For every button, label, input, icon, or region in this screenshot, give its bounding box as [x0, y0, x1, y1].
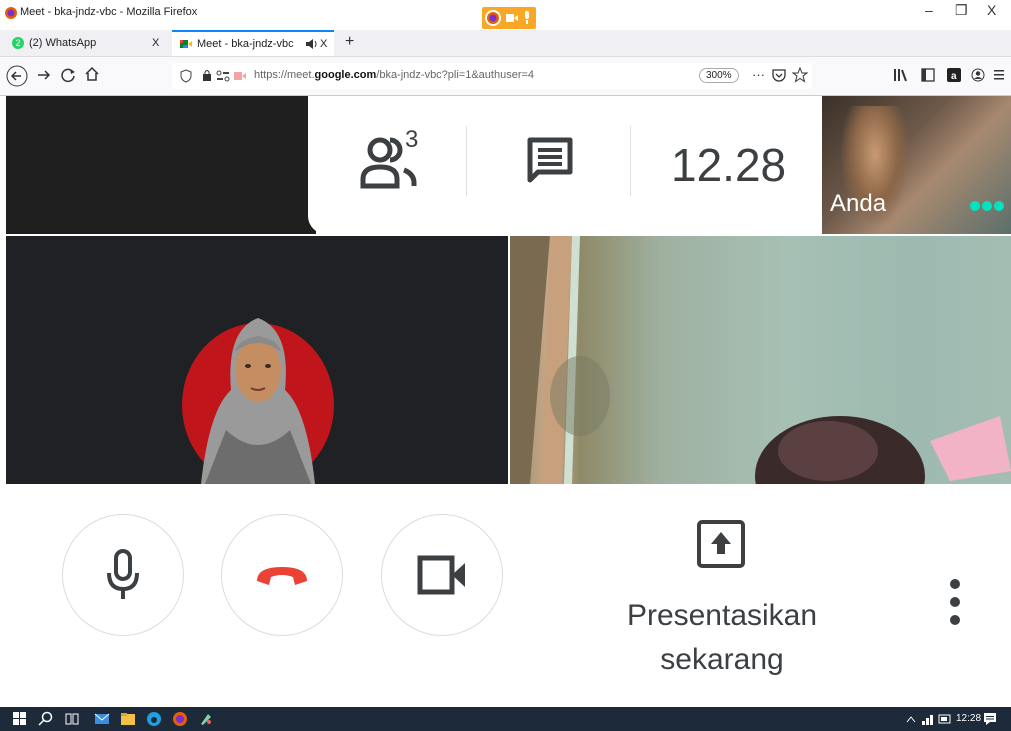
svg-text:a: a: [951, 71, 957, 82]
battery-icon[interactable]: [938, 713, 952, 725]
speaker-icon[interactable]: [306, 39, 318, 49]
sidebar-icon[interactable]: [921, 68, 935, 82]
divider: [630, 126, 631, 196]
taskbar-clock[interactable]: 12:28: [956, 713, 981, 724]
paint-icon[interactable]: [198, 711, 214, 727]
participant-tile: [6, 236, 508, 484]
window-title: Meet - bka-jndz-vbc - Mozilla Firefox: [20, 6, 198, 18]
meet-favicon-icon: [180, 40, 192, 48]
zoom-level[interactable]: 300%: [699, 68, 739, 83]
camera-icon: [417, 555, 465, 595]
firefox-icon: [485, 10, 501, 26]
more-options-icon[interactable]: [947, 576, 963, 628]
meeting-info-bar: 3 12.28: [308, 96, 823, 234]
chevron-up-icon[interactable]: [906, 715, 916, 723]
sharing-indicator[interactable]: [482, 7, 536, 29]
task-view-icon[interactable]: [64, 711, 80, 727]
firefox-icon: [5, 7, 17, 19]
back-icon[interactable]: [6, 65, 28, 87]
account-icon[interactable]: [971, 68, 985, 82]
library-icon[interactable]: [893, 68, 907, 82]
participant-video-tile: [510, 236, 1011, 484]
avatar-photo: [182, 318, 334, 484]
hang-up-button[interactable]: [221, 514, 343, 636]
present-label-line2: sekarang: [660, 643, 784, 676]
participant-video: [510, 236, 1011, 484]
meeting-controls: Presentasikan sekarang: [0, 484, 1011, 676]
restore-button[interactable]: ❐: [955, 2, 968, 19]
people-icon[interactable]: [360, 136, 430, 190]
window-title-bar: Meet - bka-jndz-vbc - Mozilla Firefox – …: [0, 0, 1011, 30]
network-icon[interactable]: [922, 713, 934, 725]
taskbar: 12:28: [0, 707, 1011, 731]
home-icon[interactable]: [84, 66, 100, 82]
participants-count: 3: [405, 126, 419, 153]
present-screen-icon[interactable]: [697, 520, 745, 570]
page-actions-button[interactable]: ···: [752, 67, 765, 82]
bookmark-star-icon[interactable]: [792, 67, 808, 83]
minimize-button[interactable]: –: [925, 2, 933, 18]
camera-button[interactable]: [381, 514, 503, 636]
forward-icon[interactable]: [36, 67, 52, 83]
amazon-extension-icon[interactable]: a: [947, 68, 961, 82]
permissions-icon[interactable]: [216, 70, 230, 82]
tab-bar: 2 (2) WhatsApp X Meet - bka-jndz-vbc X +: [0, 30, 1011, 57]
menu-icon[interactable]: [993, 69, 1005, 81]
hang-up-icon: [257, 567, 307, 585]
reload-icon[interactable]: [60, 67, 76, 83]
pocket-icon[interactable]: [772, 68, 786, 82]
close-tab-button[interactable]: X: [152, 37, 159, 49]
file-explorer-icon[interactable]: [120, 711, 136, 727]
url-text[interactable]: https://meet.google.com/bka-jndz-vbc?pli…: [254, 69, 534, 81]
tab-meet[interactable]: Meet - bka-jndz-vbc X: [172, 30, 334, 56]
divider: [466, 126, 467, 196]
self-label: Anda: [830, 190, 887, 217]
present-label-line1: Presentasikan: [626, 599, 818, 632]
tab-label: Meet - bka-jndz-vbc: [197, 38, 294, 50]
edge-icon[interactable]: [146, 711, 162, 727]
self-view-tile[interactable]: Anda: [822, 96, 1011, 234]
participant-tile: [6, 96, 316, 234]
meeting-clock: 12.28: [671, 139, 787, 191]
address-bar[interactable]: https://meet.google.com/bka-jndz-vbc?pli…: [172, 63, 812, 89]
lock-icon[interactable]: [202, 69, 212, 81]
whatsapp-badge: 2: [12, 37, 24, 49]
tab-whatsapp[interactable]: 2 (2) WhatsApp X: [0, 30, 170, 56]
close-window-button[interactable]: X: [987, 2, 996, 18]
new-tab-button[interactable]: +: [345, 33, 354, 51]
windows-start-icon[interactable]: [12, 711, 28, 727]
firefox-icon[interactable]: [172, 711, 188, 727]
camera-permission-icon[interactable]: [234, 71, 246, 81]
notifications-icon[interactable]: [983, 712, 997, 726]
present-now-button[interactable]: Presentasikan sekarang: [600, 594, 844, 682]
close-tab-button[interactable]: X: [320, 38, 327, 50]
navigation-bar: https://meet.google.com/bka-jndz-vbc?pli…: [0, 57, 1011, 96]
shield-icon[interactable]: [180, 69, 192, 83]
avatar: [181, 290, 335, 484]
more-options-dots-icon[interactable]: [969, 200, 1005, 212]
camera-sharing-icon: [506, 14, 518, 22]
tab-label: (2) WhatsApp: [29, 37, 97, 49]
microphone-icon: [107, 549, 139, 599]
microphone-sharing-icon: [525, 11, 529, 24]
mail-icon[interactable]: [94, 711, 110, 727]
microphone-button[interactable]: [62, 514, 184, 636]
chat-icon[interactable]: [526, 136, 574, 188]
search-icon[interactable]: [38, 711, 54, 727]
meet-area: 3 12.28 Anda Presentasikan sekarang: [0, 96, 1011, 676]
